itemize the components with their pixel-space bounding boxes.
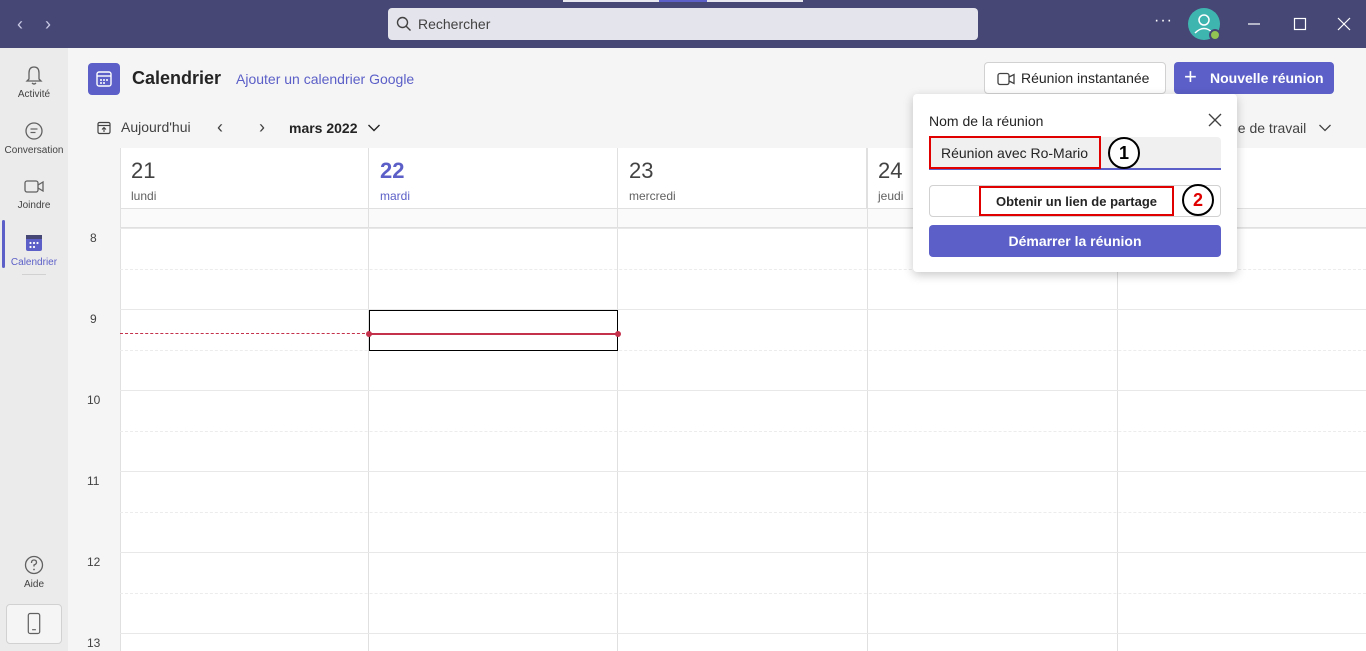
half-hour-line	[120, 431, 1366, 432]
page-title: Calendrier	[132, 68, 222, 88]
new-meeting-label: Nouvelle réunion	[1210, 70, 1324, 86]
search-icon	[396, 16, 411, 31]
minimize-icon[interactable]	[1244, 14, 1264, 34]
meeting-name-input[interactable]	[929, 137, 1221, 170]
next-week-icon[interactable]: ›	[254, 118, 270, 138]
rail-divider	[22, 274, 46, 275]
half-hour-line	[120, 593, 1366, 594]
chevron-down-icon	[1319, 124, 1332, 132]
instant-meeting-popup: Nom de la réunion 1 Obtenir un lien de p…	[913, 94, 1237, 272]
calendar-today-icon	[97, 121, 111, 135]
instant-meeting-button[interactable]: Réunion instantanée	[984, 62, 1166, 94]
rail-label: Calendrier	[10, 257, 58, 268]
hour-label: 8	[90, 231, 97, 245]
previous-week-icon[interactable]: ‹	[212, 118, 228, 138]
get-share-link-button[interactable]: Obtenir un lien de partage	[979, 186, 1174, 216]
day-number: 21	[131, 158, 156, 183]
close-window-icon[interactable]	[1334, 14, 1354, 34]
start-meeting-button[interactable]: Démarrer la réunion	[929, 225, 1221, 257]
view-selector[interactable]: ne de travail	[1230, 120, 1332, 136]
video-icon	[997, 72, 1015, 86]
day-number: 23	[629, 158, 654, 183]
search-placeholder: Rechercher	[418, 16, 491, 32]
rail-label: Activité	[17, 89, 51, 100]
current-time-dot	[615, 331, 621, 337]
add-google-calendar-link[interactable]: Ajouter un calendrier Google	[236, 71, 414, 87]
month-label: mars 2022	[289, 120, 358, 136]
hour-label: 10	[87, 393, 101, 407]
day-header-wednesday[interactable]: 23 mercredi	[618, 148, 867, 208]
hour-label: 9	[90, 312, 97, 326]
column-divider	[368, 148, 369, 651]
rail-item-activity[interactable]: Activité	[0, 54, 68, 110]
chat-icon	[25, 122, 43, 140]
rail-item-help[interactable]: Aide	[0, 544, 68, 600]
app-rail: Activité Conversation Joindre Calendrier…	[0, 48, 68, 651]
day-header-monday[interactable]: 21 lundi	[120, 148, 369, 208]
current-time-guide	[120, 333, 370, 334]
current-time-dot	[366, 331, 372, 337]
more-options-icon[interactable]: ···	[1154, 12, 1173, 30]
calendar-app-icon	[88, 63, 120, 95]
phone-icon	[27, 612, 41, 635]
rail-label: Joindre	[17, 200, 51, 211]
hour-label: 12	[87, 555, 101, 569]
video-icon	[24, 180, 44, 193]
new-meeting-button[interactable]: + Nouvelle réunion	[1174, 62, 1334, 94]
column-divider	[617, 148, 618, 651]
day-number: 22	[380, 158, 405, 183]
rail-item-calendar[interactable]: Calendrier	[0, 222, 68, 278]
hour-line	[120, 309, 1366, 310]
hour-line	[120, 552, 1366, 553]
bell-icon	[25, 66, 43, 85]
column-divider	[120, 148, 121, 651]
day-header-tuesday[interactable]: 22 mardi	[369, 148, 618, 208]
annotation-marker-2: 2	[1182, 184, 1214, 216]
hour-line	[120, 390, 1366, 391]
month-selector[interactable]: mars 2022	[289, 120, 381, 136]
rail-active-indicator	[2, 220, 5, 268]
hour-label: 11	[87, 474, 100, 488]
day-name: mercredi	[629, 189, 676, 203]
calendar-icon	[26, 235, 42, 251]
day-number: 24	[878, 158, 903, 183]
presence-available-icon	[1209, 29, 1221, 41]
rail-label: Aide	[23, 579, 44, 590]
plus-icon: +	[1184, 64, 1197, 89]
rail-item-conversation[interactable]: Conversation	[0, 110, 68, 166]
help-icon	[24, 555, 44, 575]
chevron-down-icon	[368, 124, 381, 132]
title-strip-accent	[659, 0, 707, 2]
column-divider	[867, 148, 868, 651]
hour-label: 13	[87, 636, 101, 650]
hour-line	[120, 471, 1366, 472]
today-label: Aujourd'hui	[121, 119, 191, 135]
selected-time-slot[interactable]	[369, 310, 618, 351]
half-hour-line	[120, 350, 1366, 351]
close-icon[interactable]	[1207, 112, 1223, 128]
day-name: mardi	[380, 189, 411, 203]
maximize-icon[interactable]	[1290, 14, 1310, 34]
rail-label: Conversation	[4, 145, 64, 156]
avatar[interactable]	[1188, 8, 1221, 41]
instant-meeting-label: Réunion instantanée	[1021, 70, 1150, 86]
day-name: jeudi	[878, 189, 904, 203]
calendar-glyph-icon	[96, 71, 112, 87]
view-label: ne de travail	[1230, 120, 1307, 136]
current-time-line	[369, 333, 618, 335]
search-input[interactable]: Rechercher	[388, 8, 978, 40]
mobile-app-button[interactable]	[6, 604, 62, 644]
hour-line	[120, 633, 1366, 634]
day-name: lundi	[131, 189, 157, 203]
rail-item-join[interactable]: Joindre	[0, 165, 68, 221]
title-bar: ‹ › Rechercher ···	[0, 0, 1366, 48]
popup-title: Nom de la réunion	[929, 113, 1044, 129]
annotation-marker-1: 1	[1108, 137, 1140, 169]
half-hour-line	[120, 512, 1366, 513]
back-arrow-icon[interactable]: ‹	[10, 13, 30, 35]
forward-arrow-icon[interactable]: ›	[38, 13, 58, 35]
